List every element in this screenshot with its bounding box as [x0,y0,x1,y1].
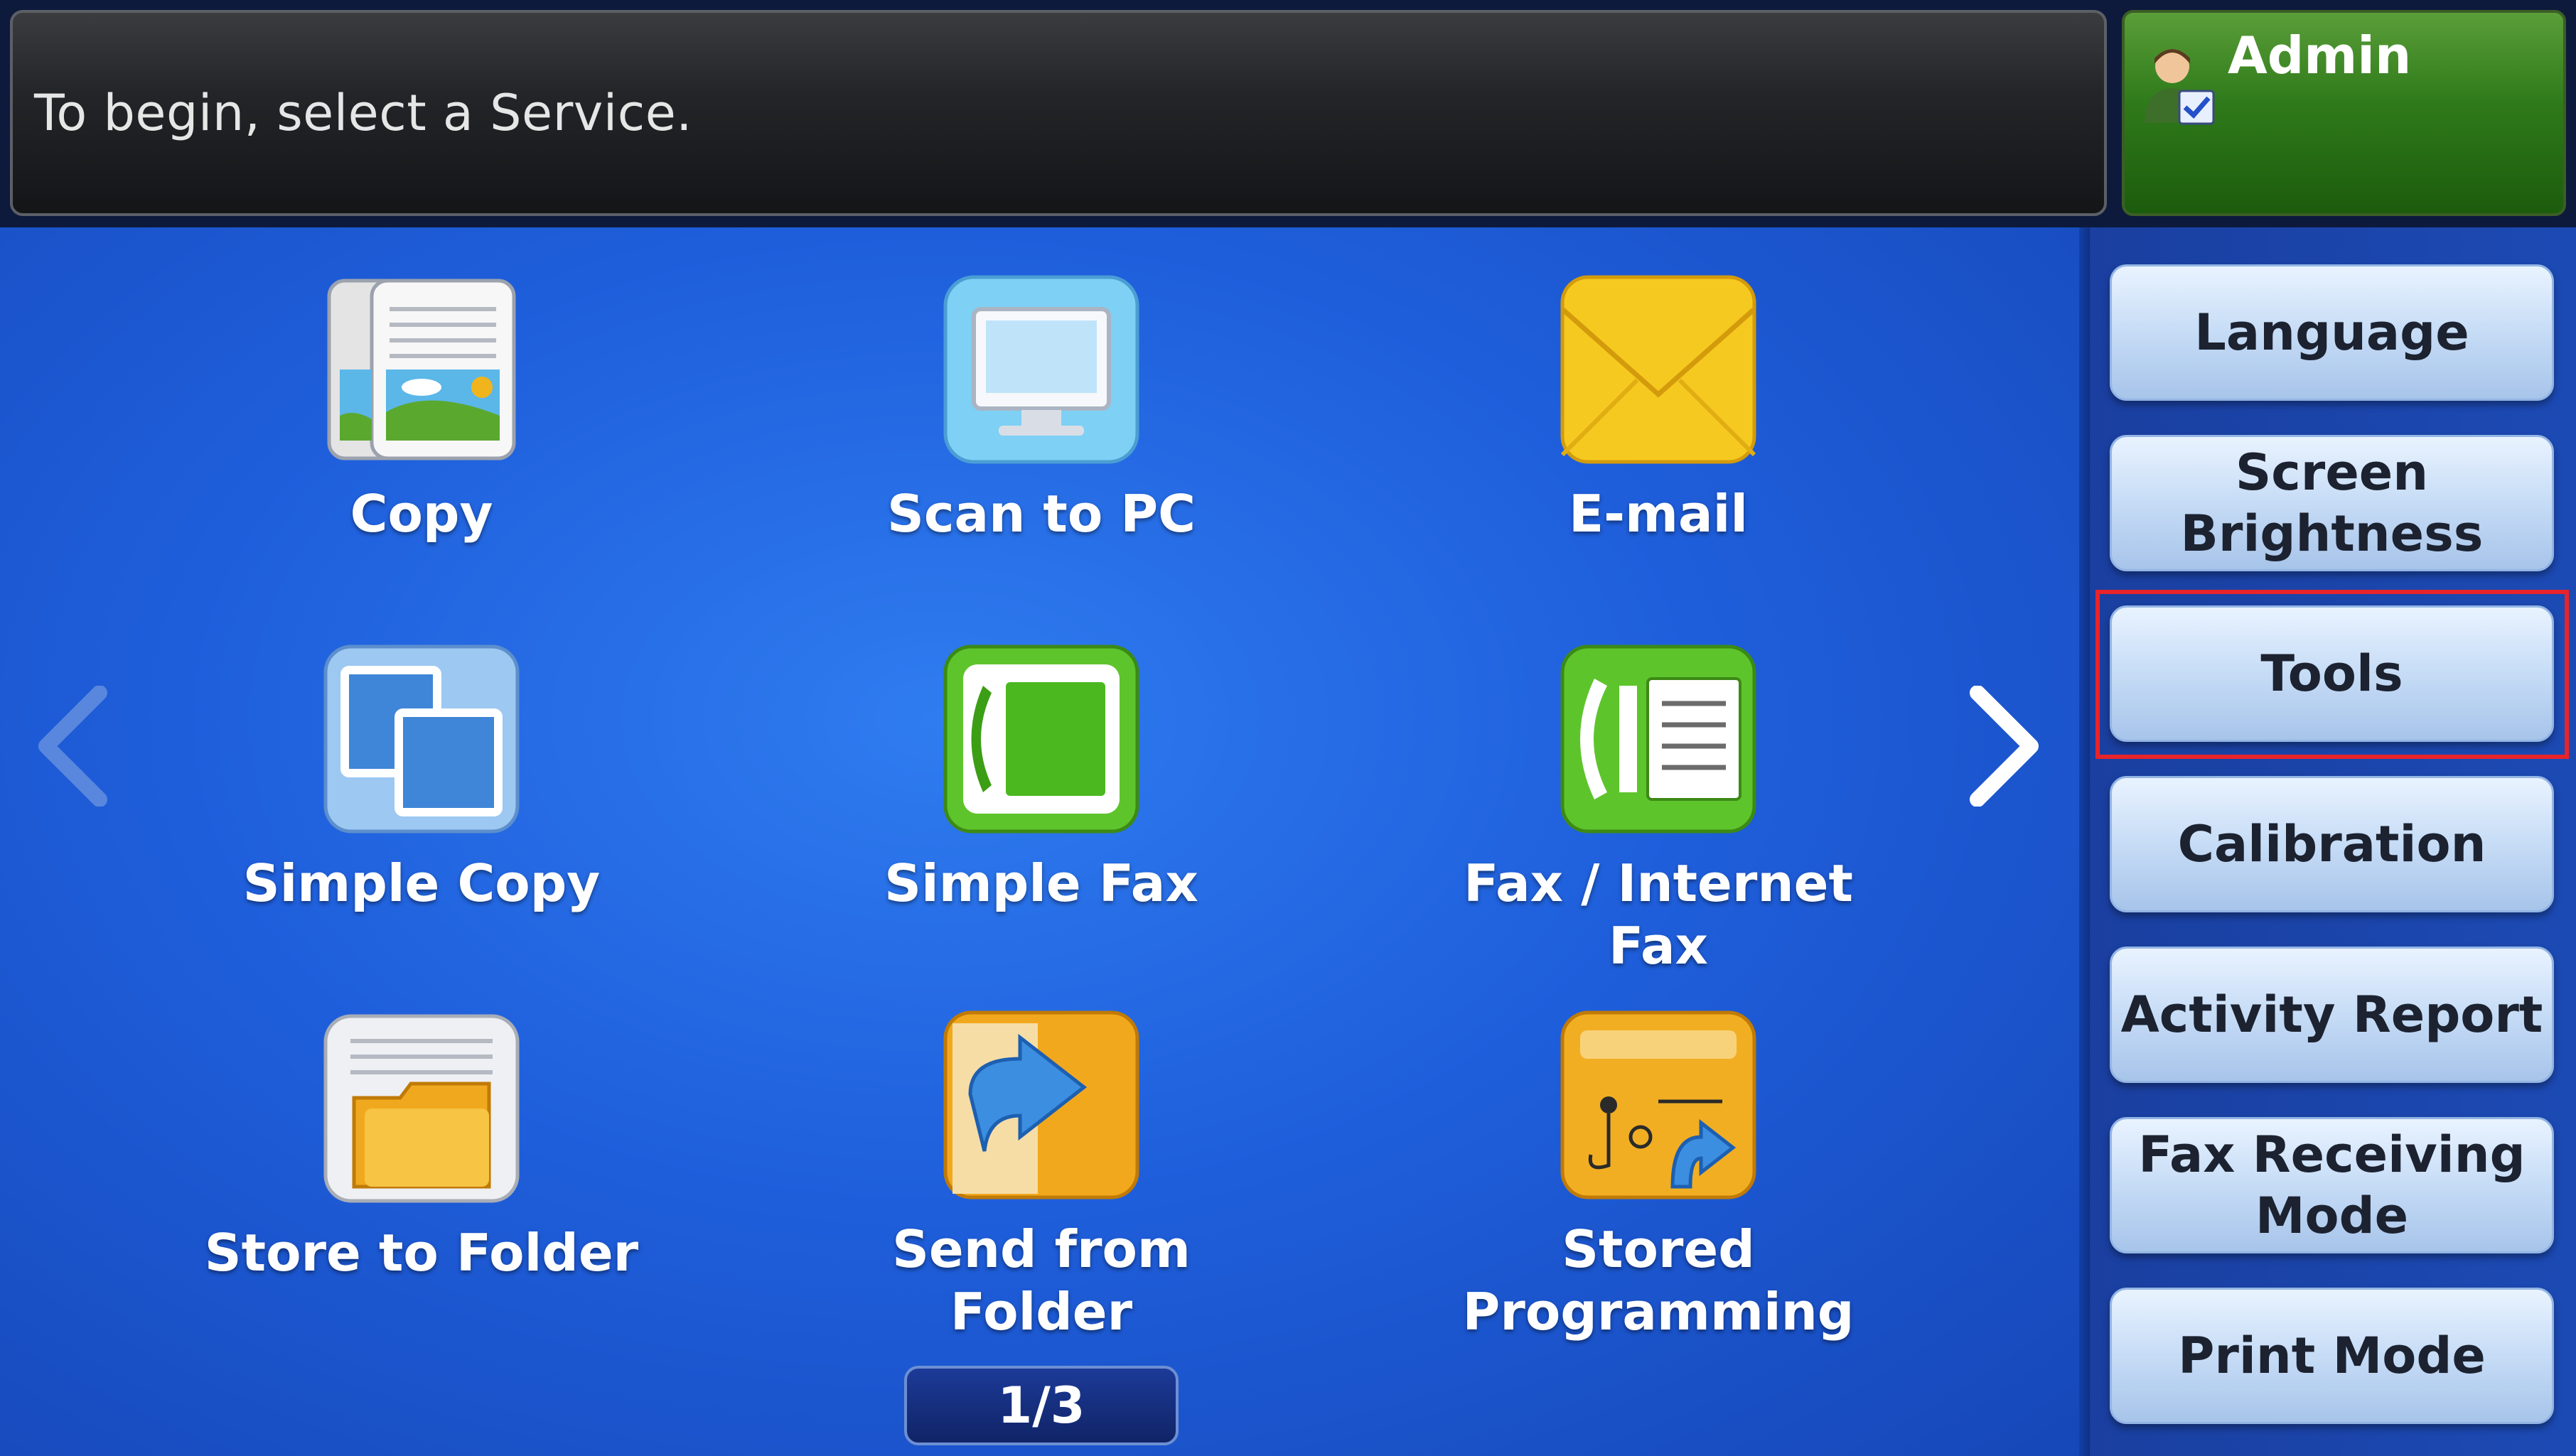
service-label: Simple Copy [242,853,601,913]
service-copy[interactable]: Copy [173,274,670,545]
admin-user-icon [2145,49,2215,125]
previous-page-arrow-icon [38,686,107,807]
fax-internet-fax-icon [1560,645,1756,834]
service-store-to-folder[interactable]: Store to Folder [173,1013,670,1284]
service-fax-internet-fax[interactable]: Fax / Internet Fax [1410,643,1907,977]
tools-highlight-box [2095,590,2569,759]
language-button[interactable]: Language [2110,264,2554,401]
fax-receiving-mode-button[interactable]: Fax Receiving Mode [2110,1117,2554,1253]
admin-login-button[interactable]: Admin [2122,10,2566,216]
status-message: To begin, select a Service. [34,84,693,142]
print-mode-button[interactable]: Print Mode [2110,1288,2554,1424]
copy-icon [327,279,516,460]
panel-divider [2079,227,2091,1456]
simple-fax-icon [943,645,1139,834]
service-label: Simple Fax [884,853,1198,913]
service-label: E-mail [1568,484,1749,544]
service-label: Copy [350,484,493,544]
store-to-folder-icon [323,1014,520,1203]
activity-report-button[interactable]: Activity Report [2110,947,2554,1083]
service-simple-copy[interactable]: Simple Copy [173,643,670,915]
next-page-arrow-icon[interactable] [1963,686,2049,807]
service-simple-fax[interactable]: Simple Fax [793,643,1290,915]
stored-programming-icon [1560,1010,1756,1199]
admin-label: Admin [2228,26,2412,85]
service-label: Scan to PC [886,484,1196,544]
email-icon [1560,275,1756,464]
service-label: Fax / Internet Fax [1464,853,1853,976]
service-label: Stored Programming [1462,1219,1855,1342]
service-label: Store to Folder [204,1223,639,1283]
service-stored-programming[interactable]: Stored Programming [1410,1009,1907,1343]
service-scan-to-pc[interactable]: Scan to PC [793,274,1290,545]
service-label: Send from Folder [892,1219,1191,1342]
service-send-from-folder[interactable]: Send from Folder [793,1009,1290,1343]
page-indicator: 1/3 [904,1366,1179,1445]
service-email[interactable]: E-mail [1410,274,1907,545]
send-from-folder-icon [943,1010,1139,1199]
simple-copy-icon [323,645,520,834]
status-bar: To begin, select a Service. [10,10,2107,216]
calibration-button[interactable]: Calibration [2110,776,2554,912]
screen-brightness-button[interactable]: Screen Brightness [2110,435,2554,571]
scan-to-pc-icon [943,275,1139,464]
